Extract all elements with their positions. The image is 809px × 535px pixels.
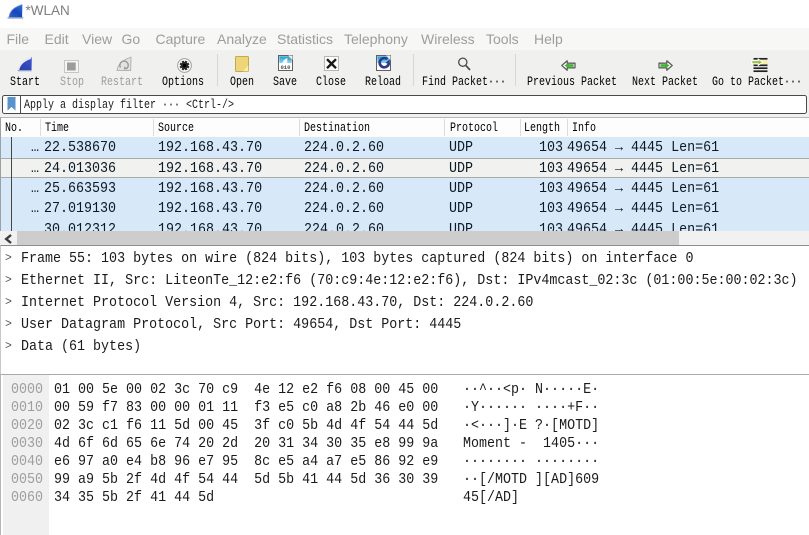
svg-text:010: 010 xyxy=(280,64,291,71)
